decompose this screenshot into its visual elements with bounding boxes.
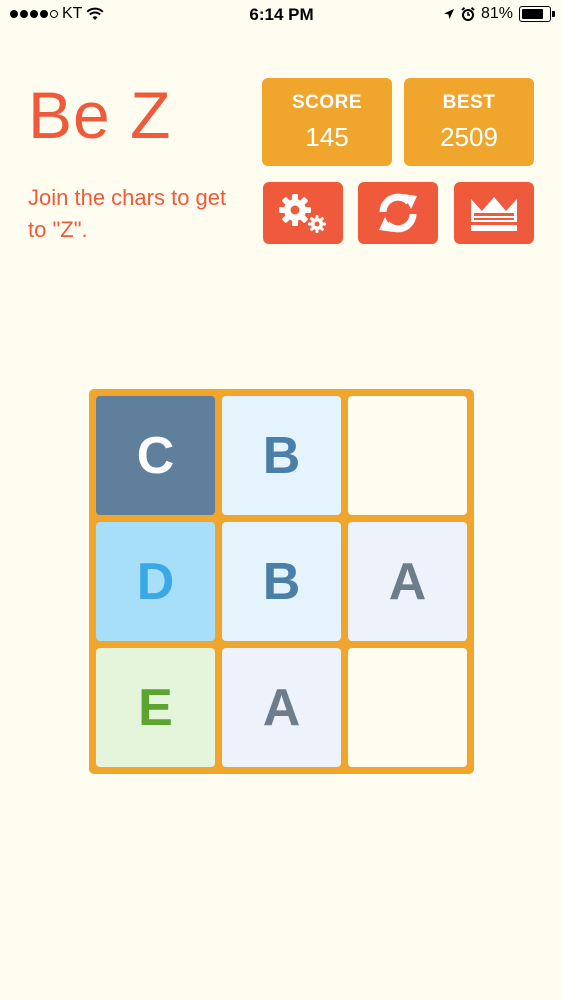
best-value: 2509 [440,122,498,152]
game-subtitle: Join the chars to get to "Z". [28,185,227,242]
battery-icon [519,6,555,22]
game-title: Be Z [28,78,172,152]
leaderboard-button[interactable] [454,182,534,244]
tile-r2-c2 [348,648,467,767]
score-label: SCORE [291,92,363,113]
tile-r1-c2: A [348,522,467,641]
status-right: 81% [443,5,555,23]
alarm-icon [461,7,475,21]
crown-icon [471,197,517,231]
status-bar: KT 6:14 PM 81% [0,0,563,30]
tile-r2-c0: E [96,648,215,767]
tile-r1-c1: B [222,522,341,641]
gears-icon [279,194,326,233]
location-arrow-icon [443,9,454,19]
score-box: SCORE 145 [262,78,392,166]
restart-button[interactable] [358,182,438,244]
tile-r1-c0: D [96,522,215,641]
best-label: BEST [442,92,496,113]
tile-r0-c2 [348,396,467,515]
score-value: 145 [305,122,349,152]
game-board[interactable]: C B D B A E A [89,389,474,774]
tile-r2-c1: A [222,648,341,767]
best-score-box: BEST 2509 [404,78,534,166]
battery-percent: 81% [480,5,513,22]
tile-r0-c0: C [96,396,215,515]
refresh-icon [379,193,417,233]
tile-r0-c1: B [222,396,341,515]
settings-button[interactable] [263,182,343,244]
